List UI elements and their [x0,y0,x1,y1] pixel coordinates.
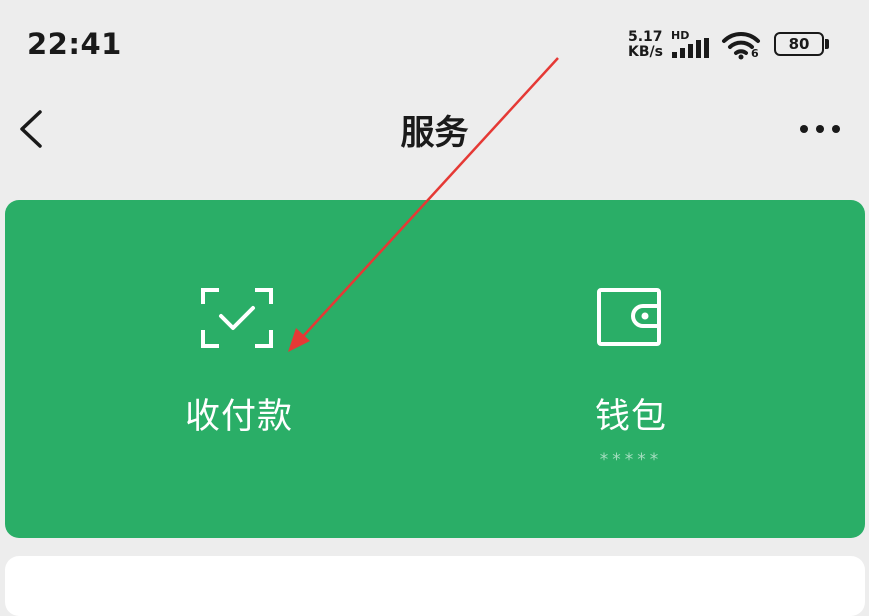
service-card: 收付款 钱包 ***** [5,200,865,538]
network-speed-value: 5.17 [628,29,663,45]
wallet-button[interactable]: 钱包 ***** [481,200,781,538]
wallet-label: 钱包 [594,397,667,437]
scan-check-icon [201,288,273,348]
status-time: 22:41 [27,27,122,61]
next-section-card [5,556,865,616]
network-speed: 5.17 KB/s [628,30,663,60]
battery-icon: 80 [774,32,824,56]
page-title: 服务 [400,113,469,153]
wallet-icon [597,288,661,346]
signal-icon [672,38,709,58]
status-bar: 22:41 5.17 KB/s HD 6 80 [0,0,869,90]
more-button[interactable] [790,112,850,146]
network-speed-unit: KB/s [628,44,663,60]
pay-receive-label: 收付款 [184,397,293,437]
pay-receive-button[interactable]: 收付款 [89,200,389,538]
wifi-standard-label: 6 [751,47,759,60]
battery-level: 80 [788,35,810,53]
wallet-balance-masked: ***** [599,450,663,470]
battery-tip [825,39,829,49]
more-dots-icon [800,125,840,133]
